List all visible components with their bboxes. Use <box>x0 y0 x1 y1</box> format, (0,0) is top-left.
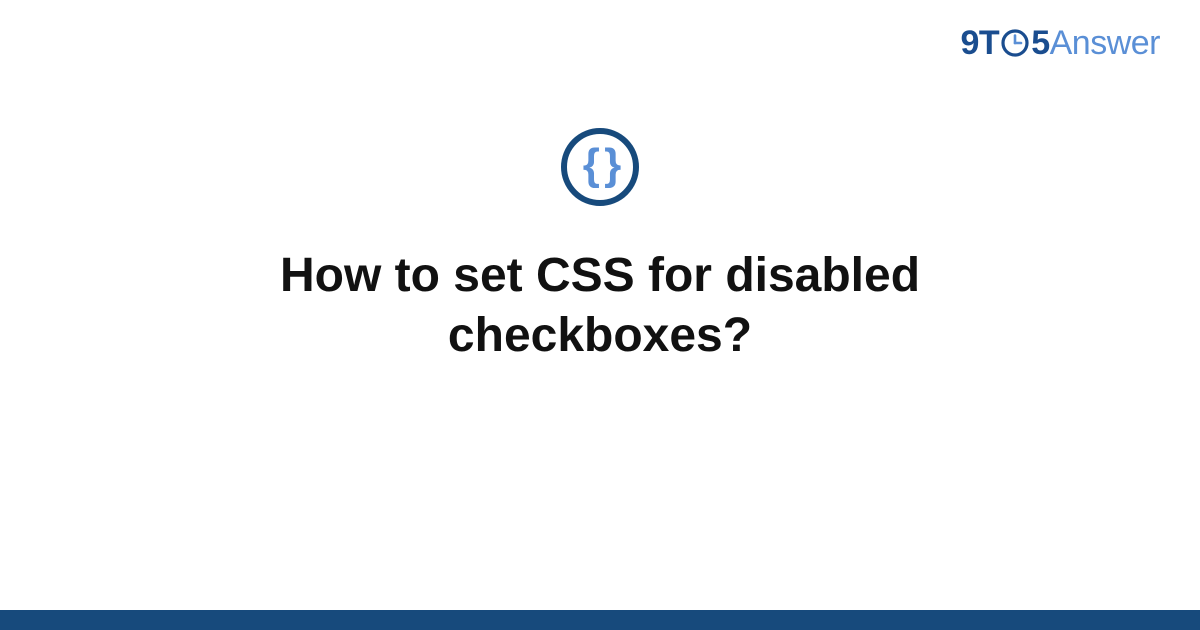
logo-text-answer: Answer <box>1050 24 1160 63</box>
logo-clock-icon <box>1000 28 1030 58</box>
main-content: { } How to set CSS for disabled checkbox… <box>0 128 1200 366</box>
category-code-icon: { } <box>561 128 639 206</box>
question-title: How to set CSS for disabled checkboxes? <box>150 246 1050 366</box>
braces-icon: { } <box>583 143 617 187</box>
footer-accent-bar <box>0 610 1200 630</box>
logo-text-9t: 9T <box>961 24 1000 63</box>
logo-text-5: 5 <box>1031 24 1049 63</box>
site-logo: 9T 5 Answer <box>961 24 1160 63</box>
